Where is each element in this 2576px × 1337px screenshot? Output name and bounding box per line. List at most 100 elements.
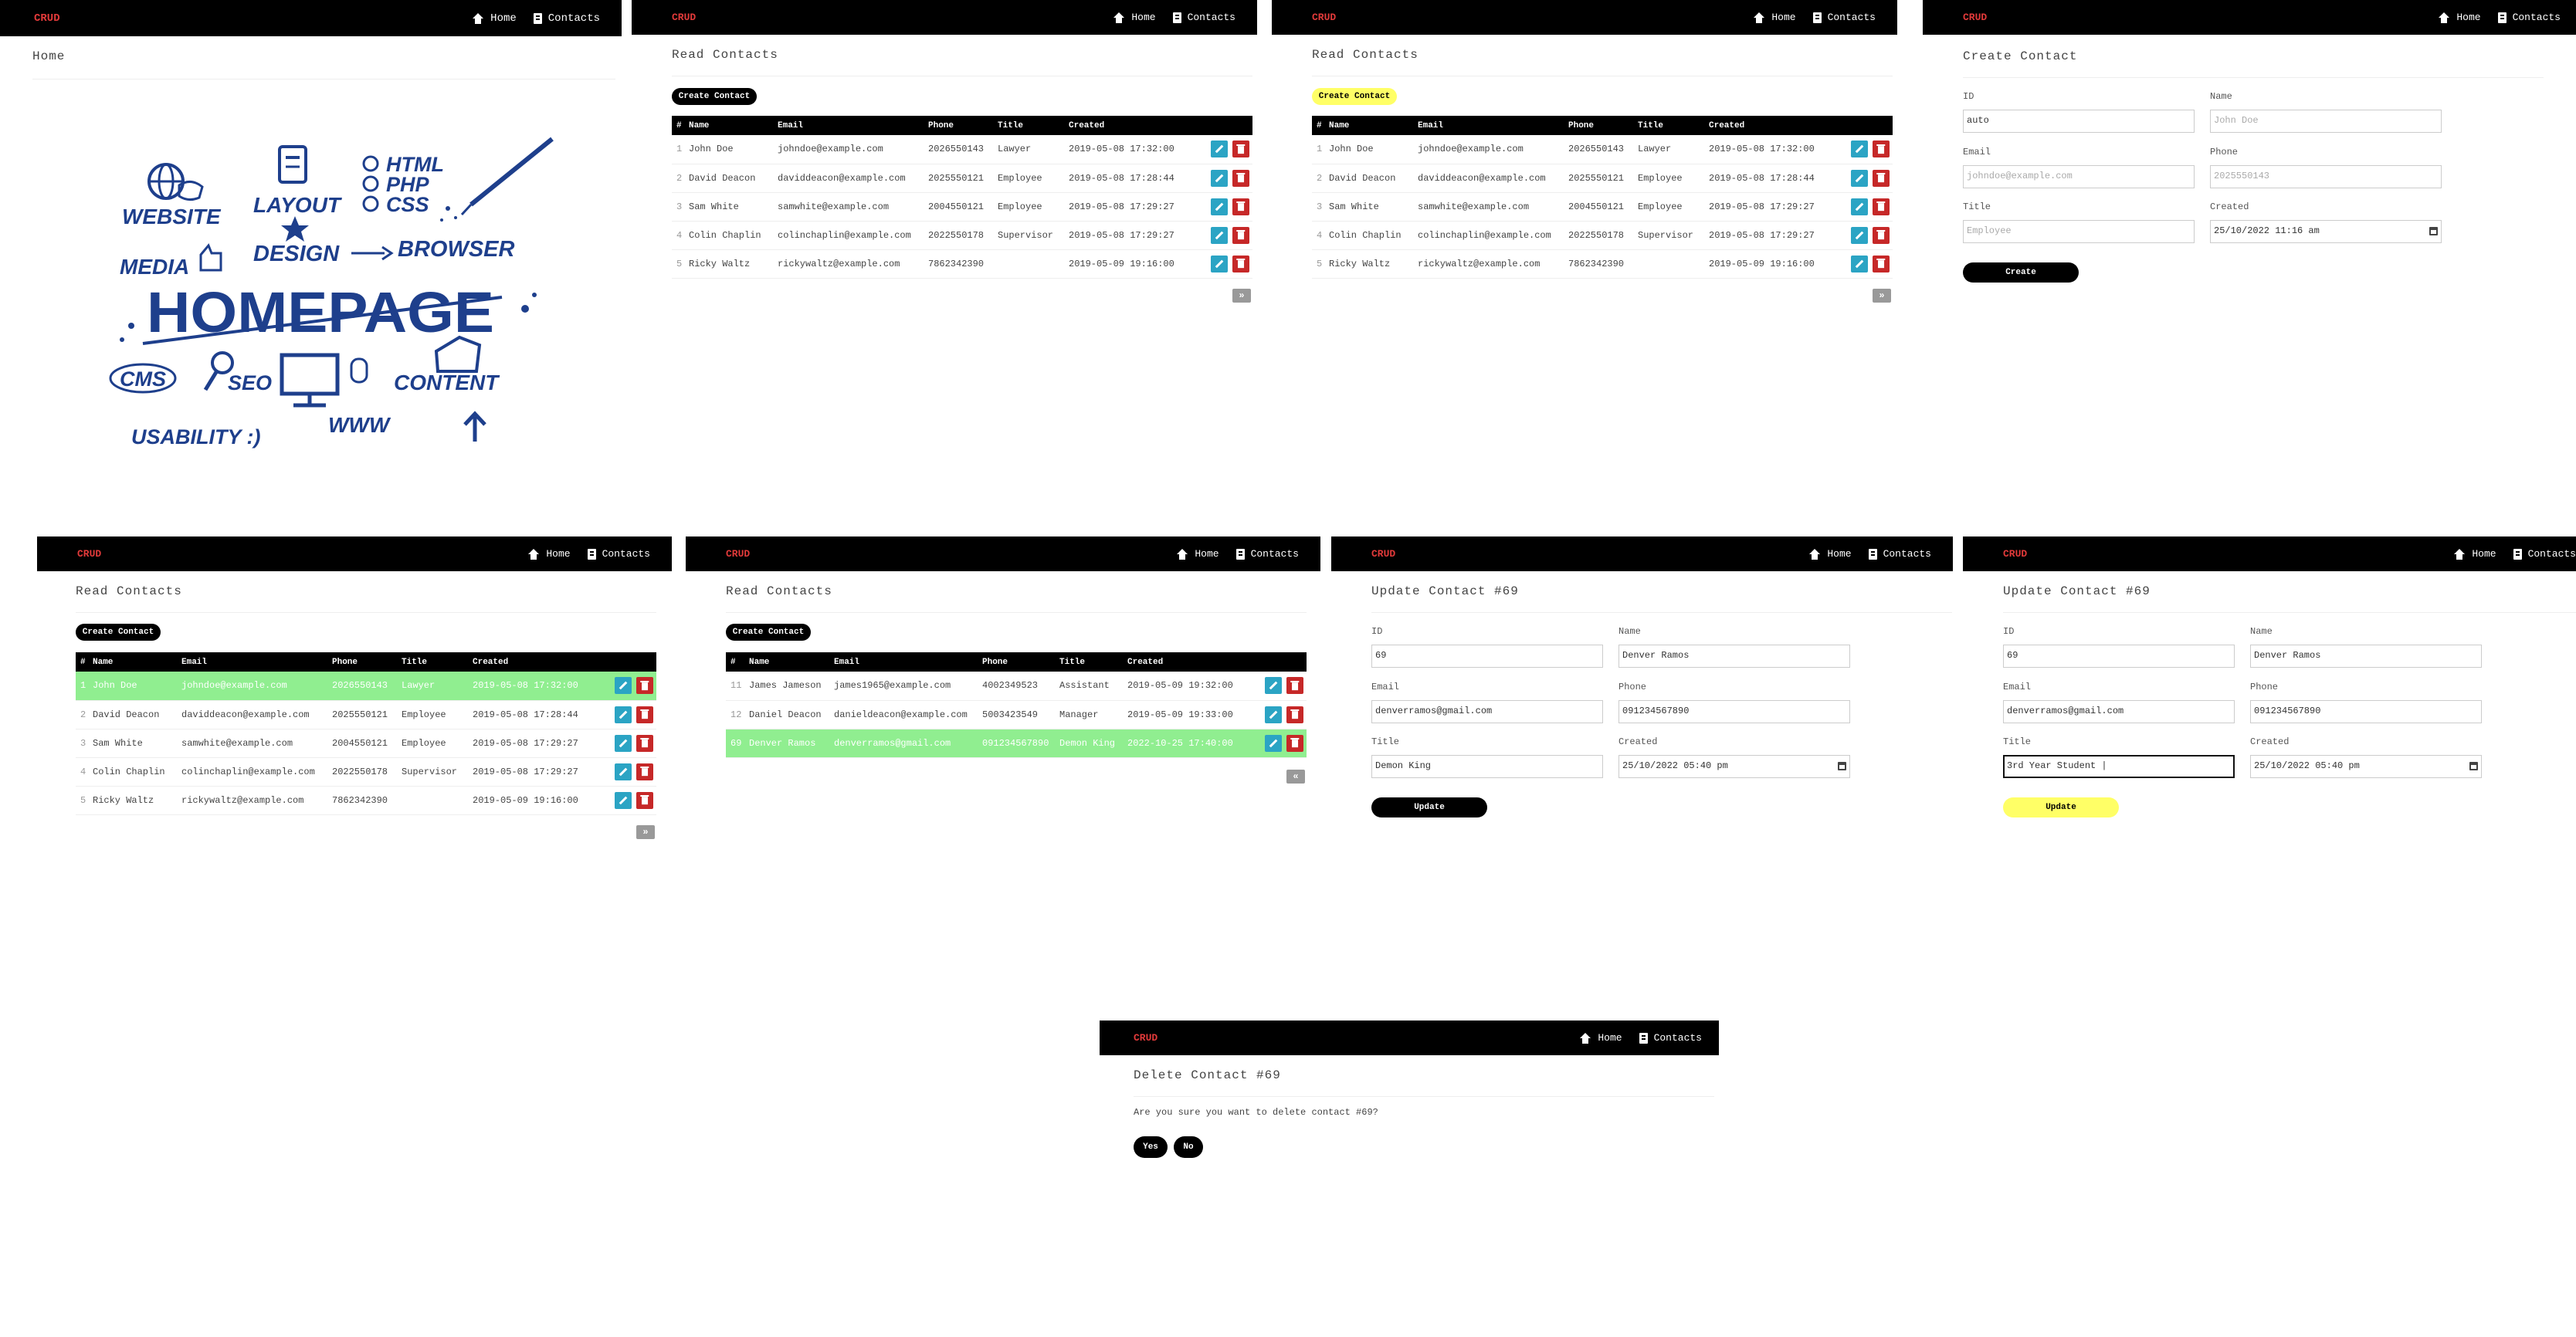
- id-field[interactable]: 69: [1371, 645, 1603, 668]
- create-submit-button[interactable]: Create: [1963, 262, 2079, 283]
- table-row[interactable]: 5 Ricky Waltz rickywaltz@example.com 786234…: [1312, 249, 1893, 279]
- delete-button[interactable]: [1873, 255, 1890, 272]
- confirm-no-button[interactable]: No: [1174, 1136, 1203, 1158]
- nav-home[interactable]: Home: [472, 12, 517, 25]
- title-field[interactable]: 3rd Year Student |: [2003, 755, 2235, 778]
- edit-button[interactable]: [1211, 140, 1228, 158]
- delete-button[interactable]: [636, 706, 653, 723]
- table-row[interactable]: 4 Colin Chaplin colinchaplin@example.com 20…: [1312, 221, 1893, 250]
- nav-contacts[interactable]: Contacts: [1172, 12, 1235, 23]
- delete-button[interactable]: [1873, 140, 1890, 158]
- edit-button[interactable]: [1851, 198, 1868, 215]
- delete-button[interactable]: [1873, 198, 1890, 215]
- email-field[interactable]: johndoe@example.com: [1963, 165, 2195, 188]
- prev-page-button[interactable]: «: [1286, 770, 1305, 784]
- nav-home[interactable]: Home: [527, 548, 571, 560]
- delete-button[interactable]: [636, 734, 653, 752]
- name-field[interactable]: Denver Ramos: [1618, 645, 1850, 668]
- create-contact-button[interactable]: Create Contact: [76, 624, 161, 641]
- table-row[interactable]: 2 David Deacon daviddeacon@example.com 2025…: [672, 164, 1252, 193]
- brand-logo[interactable]: CRUD: [1963, 12, 1987, 23]
- edit-button[interactable]: [1851, 169, 1868, 187]
- update-submit-button[interactable]: Update: [2003, 797, 2119, 817]
- delete-button[interactable]: [636, 791, 653, 809]
- nav-contacts[interactable]: Contacts: [1868, 548, 1931, 560]
- created-datetime-field[interactable]: 25/10/2022 05:40 pm: [1618, 755, 1850, 778]
- brand-logo[interactable]: CRUD: [1134, 1032, 1158, 1044]
- next-page-button[interactable]: »: [1873, 289, 1891, 303]
- nav-home[interactable]: Home: [1579, 1032, 1622, 1044]
- edit-button[interactable]: [615, 677, 632, 695]
- brand-logo[interactable]: CRUD: [672, 12, 696, 23]
- delete-button[interactable]: [1232, 255, 1249, 272]
- email-field[interactable]: denverramos@gmail.com: [1371, 700, 1603, 723]
- brand-logo[interactable]: CRUD: [77, 548, 101, 560]
- id-field[interactable]: 69: [2003, 645, 2235, 668]
- table-row[interactable]: 4 Colin Chaplin colinchaplin@example.com 20…: [672, 221, 1252, 250]
- edit-button[interactable]: [1851, 140, 1868, 158]
- name-field[interactable]: John Doe: [2210, 110, 2442, 133]
- nav-contacts[interactable]: Contacts: [2497, 12, 2561, 23]
- edit-button[interactable]: [1265, 677, 1282, 695]
- brand-logo[interactable]: CRUD: [2003, 548, 2027, 560]
- nav-contacts[interactable]: Contacts: [1812, 12, 1876, 23]
- phone-field[interactable]: 2025550143: [2210, 165, 2442, 188]
- edit-button[interactable]: [1265, 734, 1282, 752]
- calendar-icon[interactable]: [2469, 762, 2478, 770]
- edit-button[interactable]: [1211, 255, 1228, 272]
- delete-button[interactable]: [1873, 169, 1890, 187]
- delete-button[interactable]: [1286, 706, 1303, 723]
- delete-button[interactable]: [1232, 198, 1249, 215]
- create-contact-button[interactable]: Create Contact: [672, 88, 757, 105]
- create-contact-button[interactable]: Create Contact: [726, 624, 811, 641]
- delete-button[interactable]: [1232, 169, 1249, 187]
- table-row[interactable]: 2 David Deacon daviddeacon@example.com 2025…: [1312, 164, 1893, 193]
- brand-logo[interactable]: CRUD: [726, 548, 750, 560]
- table-row[interactable]: 1 John Doe johndoe@example.com 2026550143 La…: [672, 135, 1252, 164]
- delete-button[interactable]: [1286, 734, 1303, 752]
- table-row[interactable]: 2 David Deacon daviddeacon@example.com 2025…: [76, 700, 656, 729]
- edit-button[interactable]: [615, 706, 632, 723]
- edit-button[interactable]: [1211, 169, 1228, 187]
- brand-logo[interactable]: CRUD: [1371, 548, 1395, 560]
- table-row[interactable]: 3 Sam White samwhite@example.com 2004550121…: [76, 729, 656, 758]
- brand-logo[interactable]: CRUD: [34, 12, 60, 25]
- table-row[interactable]: 11 James Jameson james1965@example.com 4002…: [726, 672, 1307, 701]
- calendar-icon[interactable]: [2429, 227, 2438, 235]
- table-row[interactable]: 3 Sam White samwhite@example.com 2004550121…: [1312, 192, 1893, 222]
- table-row[interactable]: 1 John Doe johndoe@example.com 2026550143 La…: [1312, 135, 1893, 164]
- phone-field[interactable]: 091234567890: [2250, 700, 2482, 723]
- nav-home[interactable]: Home: [2438, 12, 2481, 23]
- edit-button[interactable]: [1851, 226, 1868, 244]
- edit-button[interactable]: [615, 734, 632, 752]
- table-row[interactable]: 5 Ricky Waltz rickywaltz@example.com 786234…: [672, 249, 1252, 279]
- email-field[interactable]: denverramos@gmail.com: [2003, 700, 2235, 723]
- nav-contacts[interactable]: Contacts: [1639, 1032, 1702, 1044]
- table-row[interactable]: 1 John Doe johndoe@example.com 2026550143 La…: [76, 672, 656, 701]
- delete-button[interactable]: [636, 763, 653, 780]
- nav-home[interactable]: Home: [1113, 12, 1156, 23]
- table-row[interactable]: 5 Ricky Waltz rickywaltz@example.com 786234…: [76, 786, 656, 815]
- edit-button[interactable]: [1211, 226, 1228, 244]
- edit-button[interactable]: [1265, 706, 1282, 723]
- name-field[interactable]: Denver Ramos: [2250, 645, 2482, 668]
- nav-home[interactable]: Home: [1753, 12, 1796, 23]
- brand-logo[interactable]: CRUD: [1312, 12, 1336, 23]
- create-contact-button[interactable]: Create Contact: [1312, 88, 1397, 105]
- delete-button[interactable]: [1232, 140, 1249, 158]
- created-datetime-field[interactable]: 25/10/2022 11:16 am: [2210, 220, 2442, 243]
- nav-home[interactable]: Home: [1176, 548, 1219, 560]
- next-page-button[interactable]: »: [1232, 289, 1251, 303]
- nav-contacts[interactable]: Contacts: [2513, 548, 2576, 560]
- table-row[interactable]: 69 Denver Ramos denverramos@gmail.com 09123…: [726, 729, 1307, 758]
- confirm-yes-button[interactable]: Yes: [1134, 1136, 1168, 1158]
- delete-button[interactable]: [636, 677, 653, 695]
- delete-button[interactable]: [1873, 226, 1890, 244]
- table-row[interactable]: 12 Daniel Deacon danieldeacon@example.com 5…: [726, 700, 1307, 729]
- nav-contacts[interactable]: Contacts: [533, 12, 600, 25]
- edit-button[interactable]: [1211, 198, 1228, 215]
- calendar-icon[interactable]: [1838, 762, 1846, 770]
- nav-contacts[interactable]: Contacts: [1235, 548, 1299, 560]
- edit-button[interactable]: [615, 791, 632, 809]
- nav-contacts[interactable]: Contacts: [587, 548, 650, 560]
